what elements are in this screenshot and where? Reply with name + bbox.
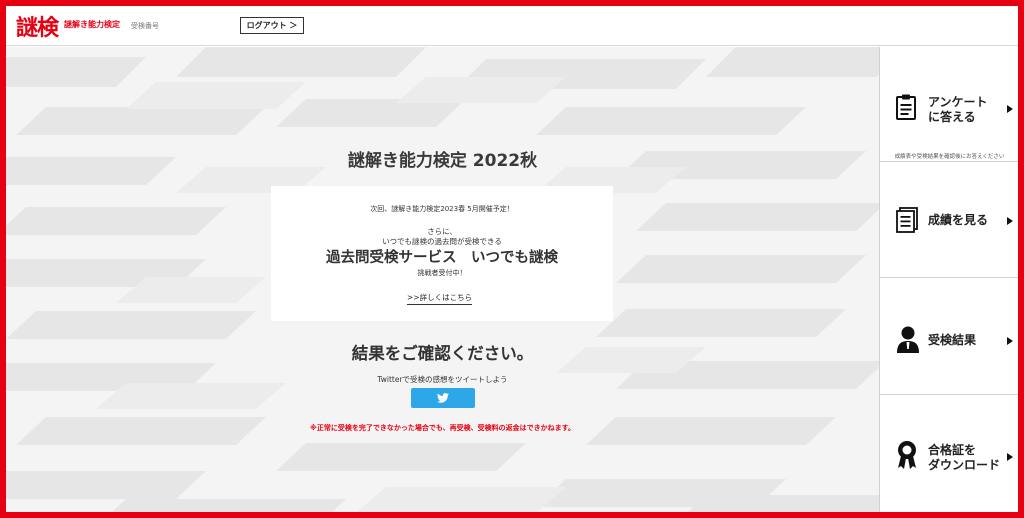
sidebar-item-view-grades[interactable]: 成績を見る: [880, 162, 1018, 278]
exam-number-label: 受検番号: [131, 22, 159, 30]
medal-icon: [898, 441, 916, 469]
challenger-text: 挑戦者受付中！: [417, 269, 467, 277]
logo: 謎検: [16, 15, 59, 41]
chevron-right-icon: [1007, 453, 1013, 461]
confirm-heading: 結果をご確認ください。: [351, 344, 534, 363]
view-grades-label: 成績を見る: [928, 213, 989, 227]
document-stack-icon: [896, 207, 918, 233]
app-frame: 謎検 謎解き能力検定 受検番号 ログアウト ＞ 謎解き能力検定 2022秋 次回…: [0, 0, 1024, 518]
service-title: 過去問受検サービス いつでも謎検: [326, 250, 558, 266]
chevron-right-icon: [1007, 217, 1013, 225]
notice-card: 次回、謎解き能力検定2023春 5月開催予定！ さらに、 いつでも謎検の過去問が…: [271, 186, 613, 321]
details-link[interactable]: >>詳しくはこちら: [407, 292, 473, 305]
sidebar-item-survey[interactable]: アンケート に答える 成績表や受検結果を確認後にお答えください: [880, 47, 1018, 162]
sidebar: アンケート に答える 成績表や受検結果を確認後にお答えください 成績を見る 受検…: [879, 47, 1018, 512]
sidebar-item-exam-result[interactable]: 受検結果: [880, 278, 1018, 395]
clipboard-icon: [896, 94, 916, 120]
person-icon: [897, 326, 919, 353]
survey-label-line2: に答える: [928, 110, 976, 124]
survey-note: 成績表や受検結果を確認後にお答えください: [894, 154, 1005, 160]
header: 謎検 謎解き能力検定 受検番号 ログアウト ＞: [6, 6, 1018, 46]
twitter-bird-icon: [437, 393, 449, 403]
tweet-prompt: Twitterで受検の感想をツイートしよう: [377, 375, 508, 384]
chevron-right-icon: [1007, 337, 1013, 345]
page-title: 謎解き能力検定 2022秋: [347, 151, 538, 171]
certificate-label-line2: ダウンロード: [928, 458, 1001, 472]
warning-text: ※正常に受検を完了できなかった場合でも、再受検、受検料の返金はできかねます。: [310, 424, 575, 432]
main-content: 謎解き能力検定 2022秋 次回、謎解き能力検定2023春 5月開催予定！ さら…: [6, 47, 879, 512]
chevron-right-icon: [1007, 105, 1013, 113]
certificate-label-line1: 合格証を: [928, 443, 977, 457]
exam-result-label: 受検結果: [928, 333, 977, 347]
sidebar-item-certificate[interactable]: 合格証を ダウンロード: [880, 395, 1018, 512]
survey-label-line1: アンケート: [928, 95, 988, 109]
next-exam-text: 次回、謎解き能力検定2023春 5月開催予定！: [370, 205, 514, 213]
tweet-button[interactable]: [411, 388, 475, 408]
logout-button[interactable]: ログアウト ＞: [240, 17, 304, 34]
logo-subtitle: 謎解き能力検定: [64, 20, 120, 29]
